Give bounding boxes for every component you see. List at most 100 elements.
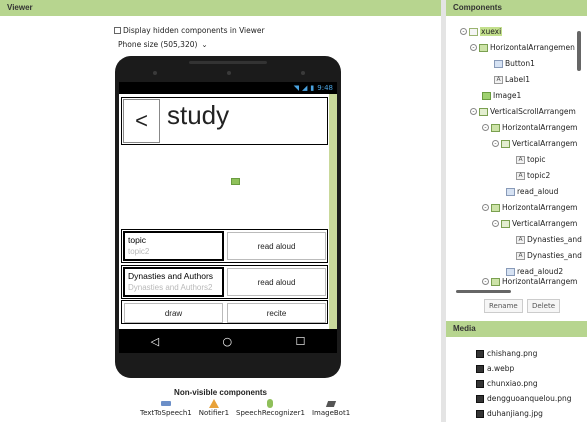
tree-item[interactable]: Button1 [494,59,535,68]
vertical-arrangement-icon [479,107,488,116]
tree-item[interactable]: - HorizontalArrangem [482,277,578,286]
nonvisible-item[interactable]: SpeechRecognizer1 [236,399,305,417]
tree-item[interactable]: - HorizontalArrangem [482,203,578,212]
tree-item[interactable]: read_aloud [506,187,558,196]
collapse-icon[interactable]: - [470,108,477,115]
tree-item[interactable]: - VerticalArrangem [492,139,577,148]
tree-item-label: HorizontalArrangem [502,203,578,212]
tree-item-label: Image1 [493,91,522,100]
text-to-speech-icon [160,401,171,406]
screen-icon [469,27,478,36]
viewer-title: Viewer [7,3,33,12]
horizontal-arrangement-icon [479,43,488,52]
tree-item-label: Dynasties_and [527,251,582,260]
tree-item[interactable]: A topic2 [516,171,550,180]
collapse-icon[interactable]: - [492,140,499,147]
phone-speaker [189,61,267,64]
label-icon: A [516,251,525,260]
draw-button[interactable]: draw [124,303,223,323]
display-hidden-checkbox-row[interactable]: Display hidden components in Viewer [114,26,265,35]
tree-item[interactable]: - HorizontalArrangemen [470,43,575,52]
tree-item-label: xuexi [480,27,503,36]
tree-item-label: Button1 [505,59,535,68]
image-file-icon [476,409,484,418]
nonvisible-item[interactable]: TextToSpeech1 [140,399,192,417]
phone-size-select[interactable]: Phone size (505,320) ⌄ [118,40,208,49]
status-time: 9:48 [317,84,333,92]
image-file-icon [476,364,484,373]
display-hidden-checkbox[interactable] [114,27,121,34]
image-area[interactable] [121,145,328,225]
nonvisible-item[interactable]: Notifier1 [199,399,229,417]
collapse-icon[interactable]: - [460,28,467,35]
signal-icon: ◢ [302,84,308,92]
media-item[interactable]: chishang.png [476,349,537,358]
tree-item[interactable]: read_aloud2 [506,267,563,276]
dynasties2-label: Dynasties and Authors2 [128,283,213,292]
dynasties-row: Dynasties and Authors Dynasties and Auth… [121,265,328,299]
media-file-name: chishang.png [487,349,538,358]
media-file-name: dengguoanquelou.png [487,394,572,403]
tree-item-label: read_aloud2 [517,267,564,276]
media-item[interactable]: a.webp [476,364,514,373]
tree-item[interactable]: - HorizontalArrangem [482,123,578,132]
image-icon [482,91,491,100]
nonvisible-title: Non-visible components [174,388,267,397]
topic2-label: topic2 [128,247,150,256]
tree-item[interactable]: Image1 [482,91,521,100]
recite-button[interactable]: recite [227,303,326,323]
tree-vertical-scrollbar[interactable] [577,26,582,286]
horizontal-arrangement-icon [491,123,500,132]
media-file-name: a.webp [487,364,515,373]
media-item[interactable]: dengguoanquelou.png [476,394,572,403]
nav-recent-icon[interactable]: ☐ [295,335,305,348]
media-file-name: duhanjiang.jpg [487,409,543,418]
tree-item[interactable]: - xuexi [460,27,503,36]
nonvisible-components: TextToSpeech1 Notifier1 SpeechRecognizer… [140,399,350,417]
label-icon: A [516,235,525,244]
media-item[interactable]: duhanjiang.jpg [476,409,543,418]
collapse-icon[interactable]: - [492,220,499,227]
scroll-thumb[interactable] [456,290,511,293]
tree-item[interactable]: A Dynasties_and [516,235,582,244]
speech-recognizer-icon [267,399,274,408]
nav-home-icon[interactable]: ○ [222,335,232,348]
read-aloud2-button[interactable]: read aloud [227,268,326,296]
tree-item[interactable]: A Label1 [494,75,530,84]
tree-item-label: HorizontalArrangem [502,277,578,286]
wifi-icon: ◥ [293,84,300,92]
tree-item-label: topic [527,155,546,164]
collapse-icon[interactable]: - [482,124,489,131]
scroll-thumb[interactable] [577,31,581,71]
rename-button[interactable]: Rename [484,299,523,313]
collapse-icon[interactable]: - [470,44,477,51]
image-icon [231,178,240,185]
topic-box: topic topic2 [123,231,224,261]
tree-item[interactable]: A topic [516,155,546,164]
read-aloud-button[interactable]: read aloud [227,232,326,260]
title-label: study [167,100,230,130]
nonvisible-item[interactable]: ImageBot1 [312,399,350,417]
tree-item-label: VerticalArrangem [512,139,578,148]
tree-item[interactable]: - VerticalArrangem [492,219,577,228]
collapse-icon[interactable]: - [482,204,489,211]
components-title: Components [453,3,502,12]
header-arrangement[interactable]: < study [121,97,328,145]
tree-item-label: Label1 [505,75,531,84]
delete-button[interactable]: Delete [527,299,560,313]
tree-item-label: HorizontalArrangemen [490,43,575,52]
tree-item-label: Dynasties_and [527,235,582,244]
nonvisible-label: TextToSpeech1 [140,409,192,417]
collapse-icon[interactable]: - [482,278,489,285]
tree-item[interactable]: A Dynasties_and [516,251,582,260]
media-item[interactable]: chunxiao.png [476,379,538,388]
nav-back-icon[interactable]: ◁ [151,335,159,348]
dynasties-label: Dynasties and Authors [128,271,214,281]
bottom-button-row: draw recite [121,300,328,324]
topic-label: topic [128,235,146,245]
back-button[interactable]: < [123,99,160,143]
display-hidden-label: Display hidden components in Viewer [123,26,265,35]
nonvisible-label: SpeechRecognizer1 [236,409,305,417]
tree-horizontal-scrollbar[interactable] [450,288,578,294]
tree-item[interactable]: - VerticalScrollArrangem [470,107,576,116]
